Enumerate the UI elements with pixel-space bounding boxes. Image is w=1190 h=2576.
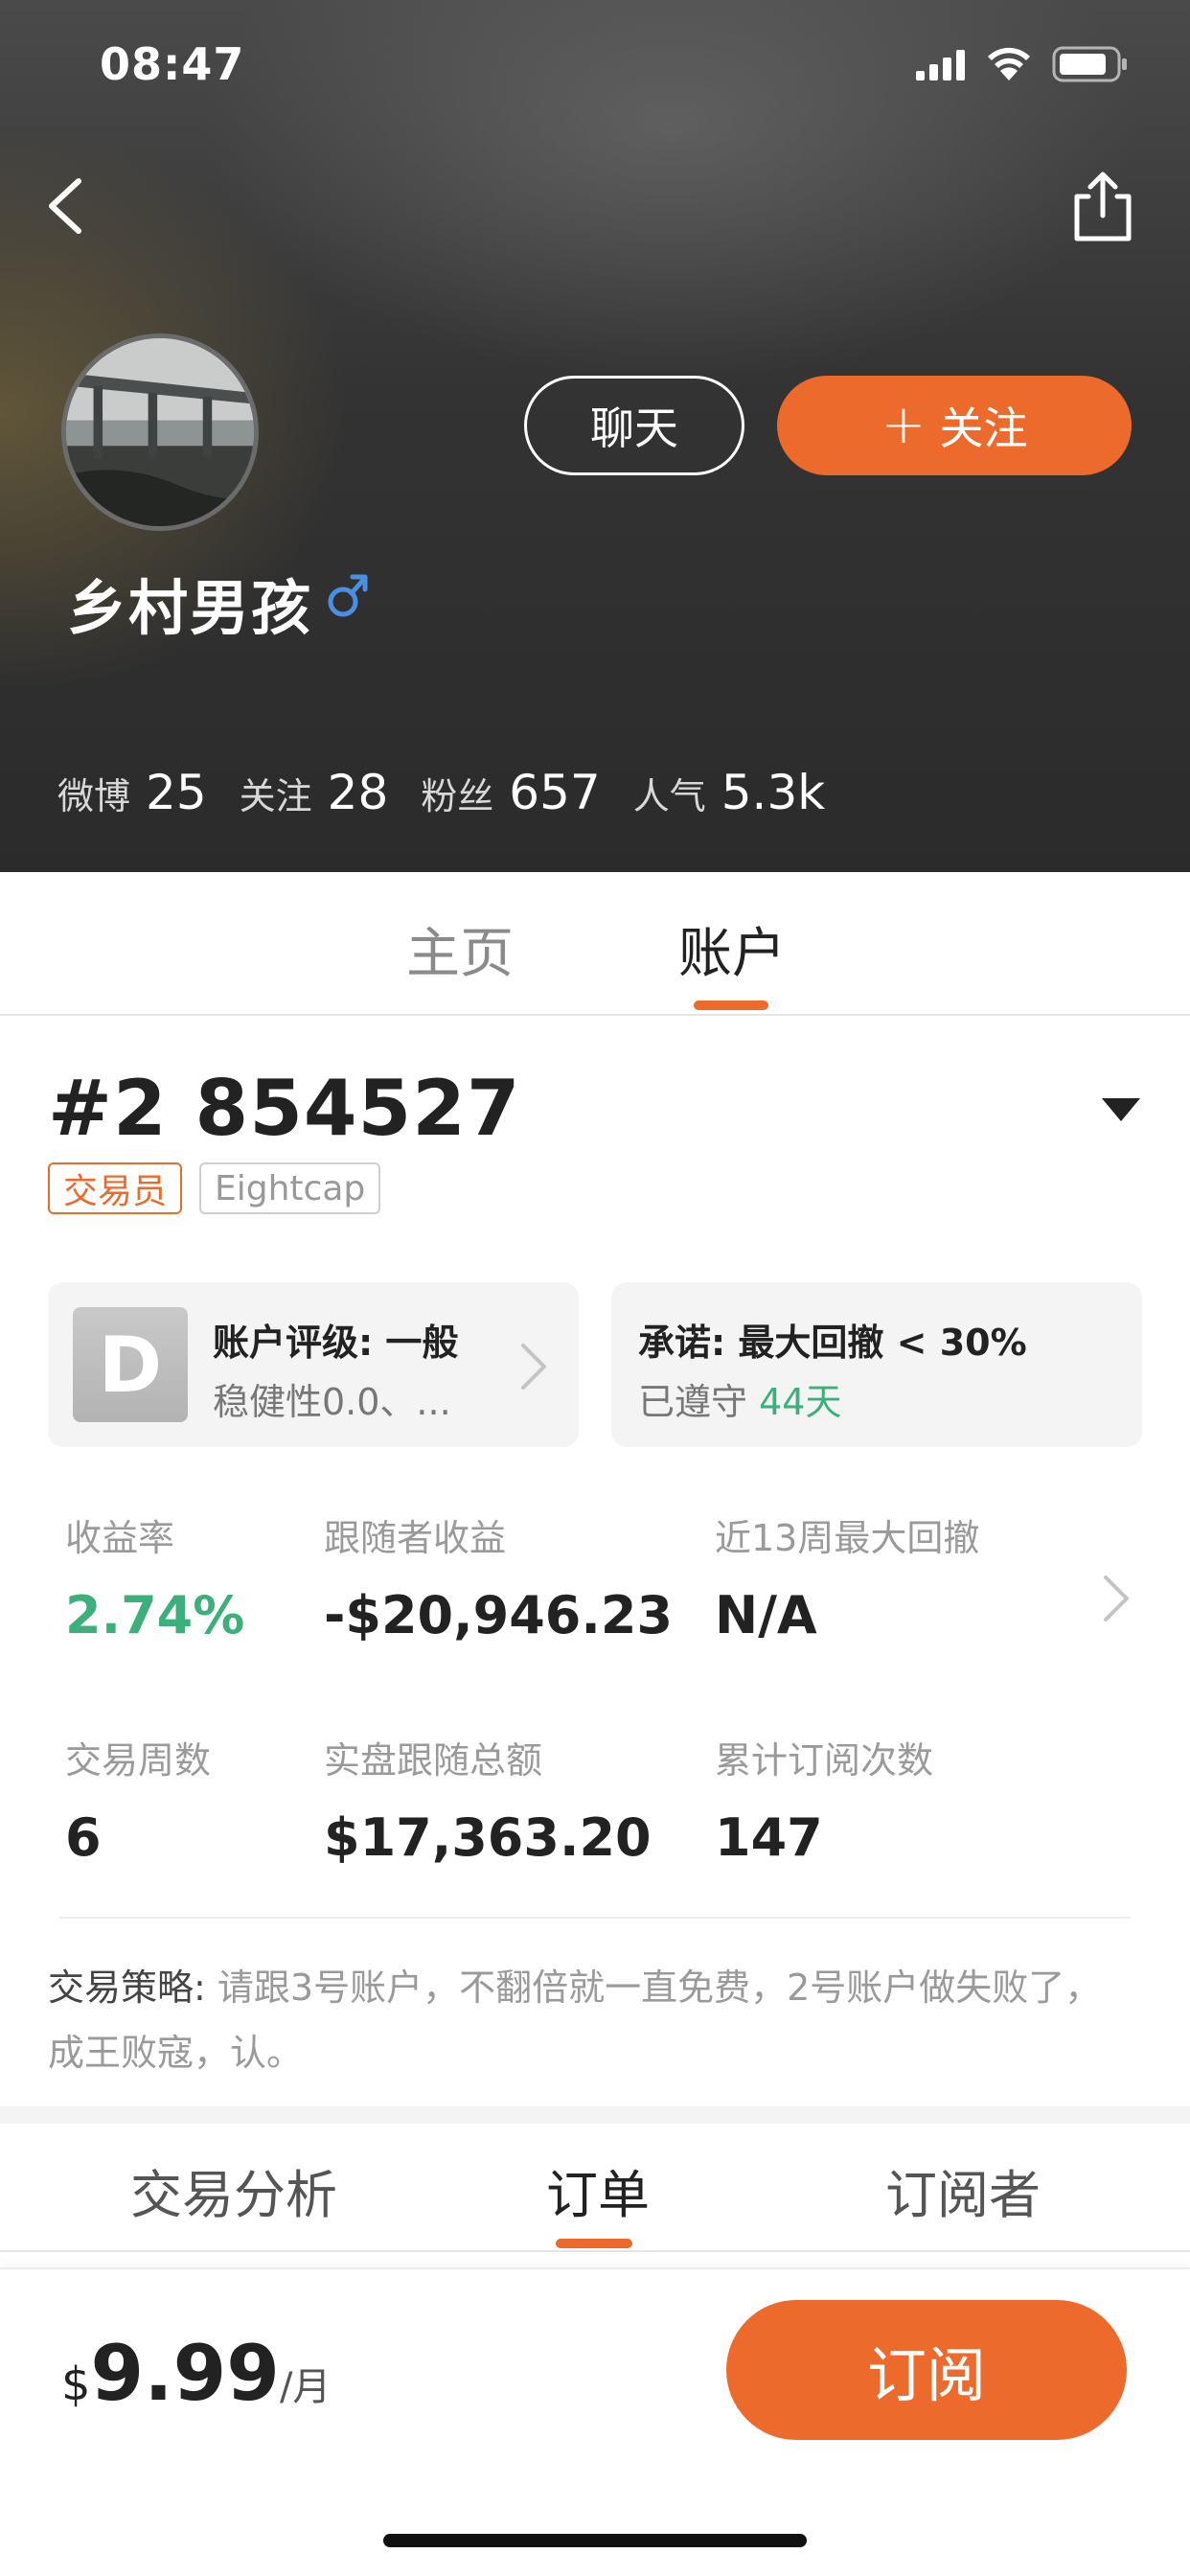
chat-button[interactable]: 聊天 (524, 376, 744, 475)
plus-icon: + (881, 394, 927, 456)
divider (59, 1917, 1131, 1919)
metric-label-max-drawdown: 近13周最大回撤 (715, 1517, 980, 1559)
section-gap (0, 2106, 1190, 2124)
wifi-icon (988, 47, 1030, 80)
metric-label-return: 收益率 (65, 1517, 175, 1559)
signal-icon (916, 50, 965, 80)
metric-value-total-subscriptions: 147 (715, 1807, 823, 1868)
tab-subscribers[interactable]: 订阅者 (885, 2152, 1041, 2228)
stat-label-fans[interactable]: 粉丝 (421, 767, 493, 819)
metric-value-live-follow-total: $17,363.20 (324, 1807, 652, 1868)
promise-days: 44天 (759, 1381, 842, 1423)
metrics-chevron-right-icon[interactable] (1100, 1572, 1133, 1625)
follow-button[interactable]: + 关注 (777, 376, 1132, 475)
stat-value-popularity: 5.3k (721, 765, 826, 820)
grade-badge: D (73, 1307, 188, 1422)
metric-value-trade-weeks: 6 (65, 1807, 102, 1868)
male-gender-icon (328, 574, 368, 617)
stat-value-following[interactable]: 28 (328, 765, 389, 820)
strategy-text: 请跟3号账户，不翻倍就一直免费，2号账户做失败了，成王败寇，认。 (48, 1966, 1102, 2074)
price-amount: 9.99 (90, 2329, 280, 2418)
dropdown-triangle-icon[interactable] (1100, 1094, 1142, 1123)
promise-title: 承诺: 最大回撤 < 30% (638, 1322, 1027, 1364)
metric-value-max-drawdown: N/A (715, 1585, 817, 1645)
subscribe-bar: $ 9.99 /月 订阅 (0, 2267, 1190, 2576)
account-rating-card[interactable]: D 账户评级: 一般 稳健性0.0、... (48, 1282, 579, 1447)
tag-broker: Eightcap (199, 1162, 381, 1214)
promise-subtitle-prefix: 已遵守 (638, 1381, 748, 1423)
metric-label-follower-profit: 跟随者收益 (324, 1517, 507, 1559)
metric-value-return: 2.74% (65, 1585, 245, 1645)
stat-label-posts[interactable]: 微博 (57, 767, 130, 819)
stat-value-fans[interactable]: 657 (509, 765, 600, 820)
strategy-label: 交易策略: (48, 1966, 206, 2009)
tab-trade-analysis[interactable]: 交易分析 (130, 2152, 337, 2228)
share-icon[interactable] (1071, 168, 1134, 244)
chevron-right-icon (521, 1344, 546, 1390)
rating-title: 账户评级: 一般 (213, 1322, 459, 1364)
promise-card: 承诺: 最大回撤 < 30% 已遵守 44天 (611, 1282, 1142, 1447)
status-time: 08:47 (100, 38, 245, 90)
main-tab-bar: 主页 账户 (0, 872, 1190, 1016)
stat-value-posts[interactable]: 25 (146, 765, 207, 820)
battery-icon (1052, 46, 1127, 82)
follow-button-label: 关注 (939, 402, 1028, 454)
price-unit: /月 (279, 2365, 332, 2409)
metric-label-total-subscriptions: 累计订阅次数 (715, 1739, 934, 1782)
tab-active-indicator (694, 1000, 768, 1010)
home-indicator[interactable] (383, 2534, 807, 2547)
chat-button-label: 聊天 (590, 402, 678, 454)
tag-trader: 交易员 (48, 1162, 183, 1214)
tab-account[interactable]: 账户 (678, 910, 786, 988)
subscribe-button[interactable]: 订阅 (726, 2300, 1127, 2440)
stat-label-following[interactable]: 关注 (240, 767, 312, 819)
avatar[interactable] (61, 334, 259, 531)
sub-tab-active-indicator (556, 2239, 632, 2248)
trading-strategy: 交易策略: 请跟3号账户，不翻倍就一直免费，2号账户做失败了，成王败寇，认。 (48, 1955, 1121, 2085)
profile-stats: 微博 25 关注 28 粉丝 657 人气 5.3k (57, 765, 858, 820)
price-currency: $ (61, 2358, 91, 2411)
account-id: #2 854527 (48, 1064, 521, 1153)
price: $ 9.99 /月 (61, 2329, 331, 2418)
tab-home[interactable]: 主页 (406, 910, 514, 988)
status-bar: 08:47 (0, 0, 1190, 125)
metric-value-follower-profit: -$20,946.23 (324, 1585, 674, 1645)
avatar-bridge-photo (66, 338, 254, 526)
profile-header: 08:47 聊天 + 关注 乡村男孩 微博 25 关注 28 粉丝 657 人气… (0, 0, 1190, 872)
rating-subtitle: 稳健性0.0、... (213, 1381, 451, 1423)
subscribe-button-label: 订阅 (866, 2340, 986, 2410)
stat-label-popularity: 人气 (632, 775, 706, 817)
metric-label-live-follow-total: 实盘跟随总额 (324, 1739, 543, 1782)
sub-tab-bar: 交易分析 订单 订阅者 (0, 2124, 1190, 2252)
back-arrow-icon[interactable] (38, 168, 96, 244)
username: 乡村男孩 (67, 573, 313, 643)
promise-subtitle: 已遵守 44天 (638, 1372, 841, 1425)
tab-orders[interactable]: 订单 (546, 2152, 650, 2228)
metric-label-trade-weeks: 交易周数 (65, 1739, 212, 1782)
